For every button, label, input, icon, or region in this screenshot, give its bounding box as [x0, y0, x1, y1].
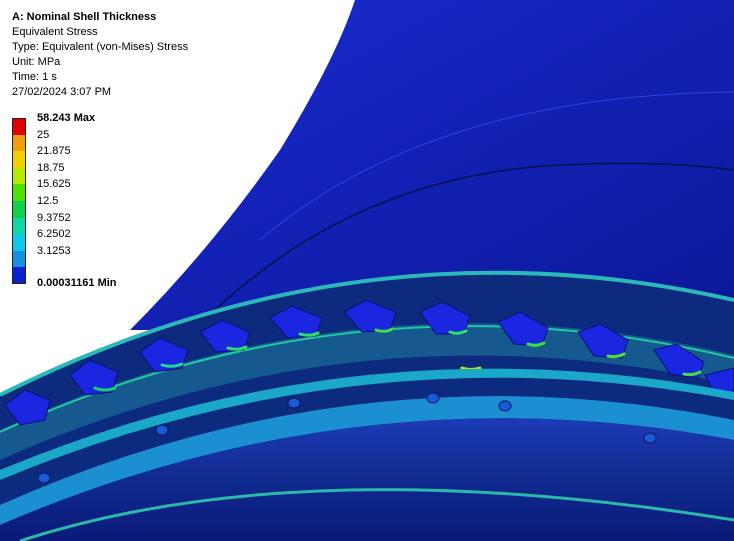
- legend-value-label: 6.2502: [37, 228, 71, 241]
- result-info-panel: A: Nominal Shell Thickness Equivalent St…: [12, 10, 188, 100]
- legend-color-swatch: [12, 151, 26, 168]
- bolt-hole: [643, 432, 657, 444]
- legend-value-label: 9.3752: [37, 211, 71, 224]
- legend-color-swatch: [12, 184, 26, 201]
- legend-color-swatch: [12, 250, 26, 268]
- result-name: Equivalent Stress: [12, 26, 98, 38]
- legend-value-label: 18.75: [37, 161, 65, 174]
- legend-color-swatch: [12, 200, 26, 218]
- result-time: Time: 1 s: [12, 71, 57, 83]
- legend-value-label: 15.625: [37, 178, 71, 191]
- legend-color-swatch: [12, 118, 26, 135]
- legend-min-label: 0.00031161 Min: [37, 277, 117, 290]
- legend-color-swatch: [12, 217, 26, 235]
- legend-value-label: 3.1253: [37, 244, 71, 257]
- bolt-hole: [498, 400, 512, 412]
- legend-value-label: 12.5: [37, 194, 59, 207]
- legend-value-label: 25: [37, 128, 50, 141]
- result-date: 27/02/2024 3:07 PM: [12, 86, 112, 98]
- bolt-hole: [426, 392, 440, 404]
- bolt-hole: [155, 424, 169, 436]
- legend-color-swatch: [12, 167, 26, 185]
- result-title: A: Nominal Shell Thickness: [12, 11, 157, 23]
- result-unit: Unit: MPa: [12, 56, 61, 68]
- legend-max-label: 58.243 Max: [37, 112, 96, 124]
- legend-color-swatch: [12, 234, 26, 251]
- legend-color-swatch: [12, 267, 26, 284]
- bolt-hole: [287, 397, 301, 409]
- result-type: Type: Equivalent (von-Mises) Stress: [12, 41, 189, 53]
- legend-color-swatch: [12, 134, 26, 152]
- legend-value-label: 21.875: [37, 145, 71, 158]
- bolt-hole: [37, 472, 51, 484]
